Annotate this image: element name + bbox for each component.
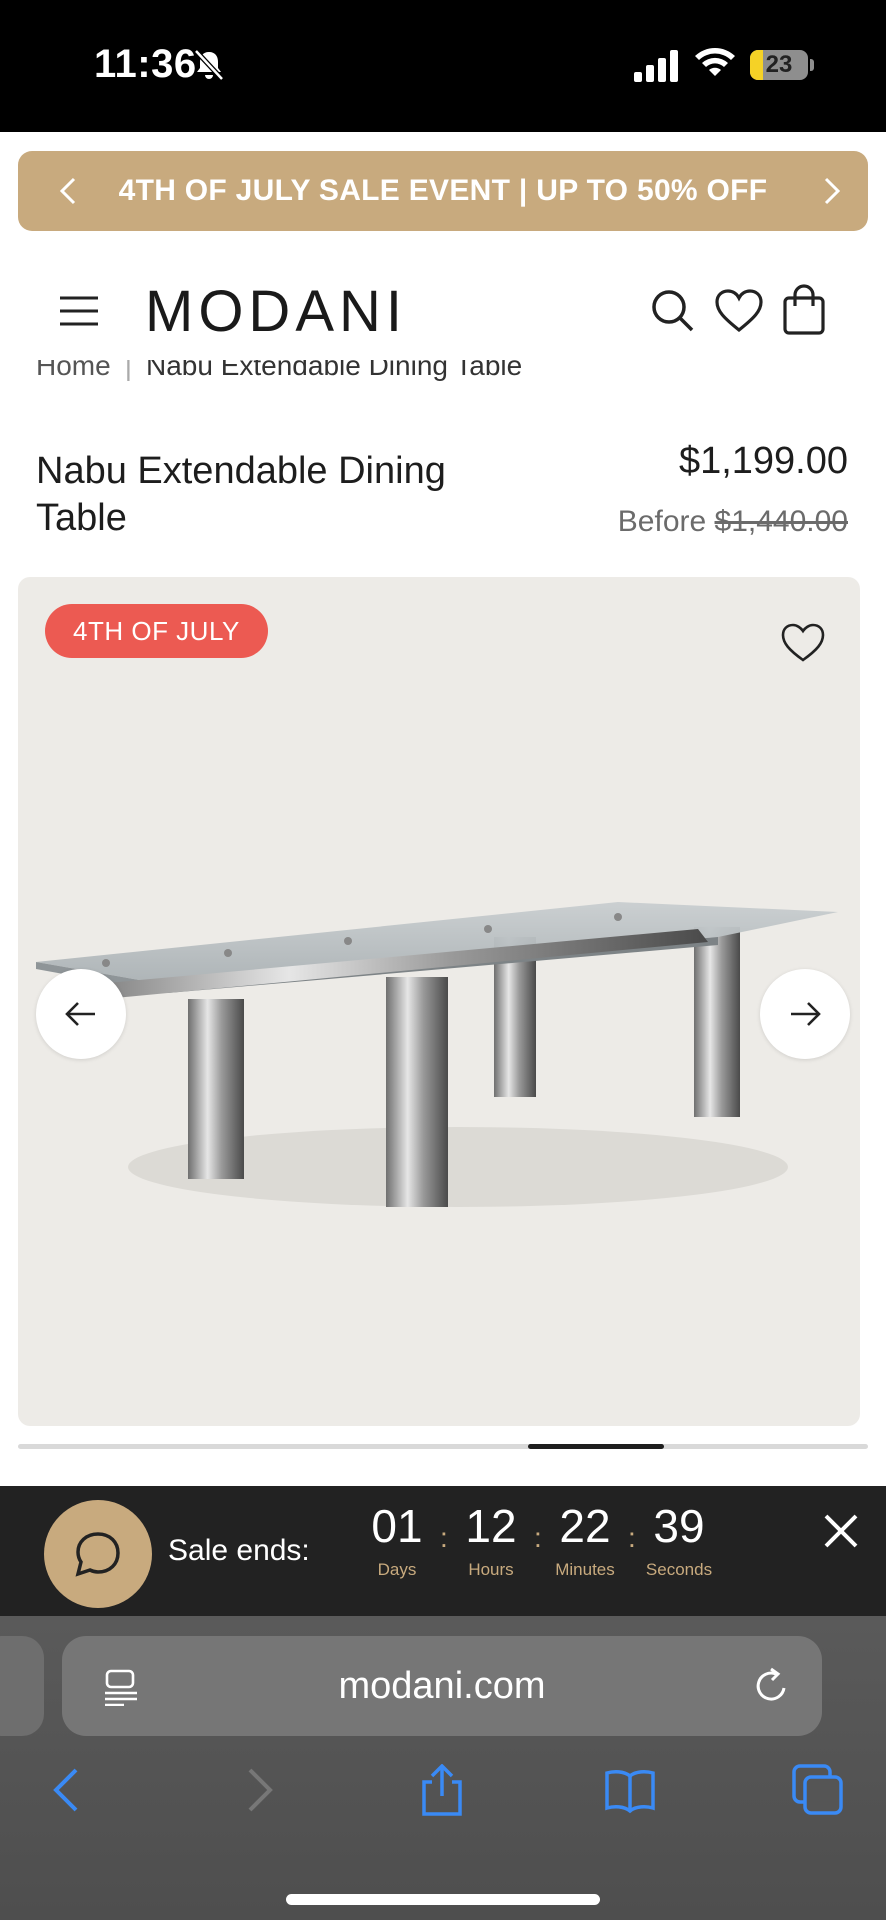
countdown-minutes: 22 Minutes	[540, 1498, 630, 1580]
dining-table-illustration	[36, 902, 838, 1207]
arrow-left-icon	[65, 1002, 95, 1026]
bell-muted-icon	[194, 49, 224, 81]
sale-countdown-bar: Sale ends: 01 Days : 12 Hours : 22 Minut…	[0, 1486, 886, 1616]
countdown-seconds-label: Seconds	[645, 1560, 713, 1579]
home-indicator	[286, 1894, 600, 1905]
countdown-minutes-value: 22	[559, 1500, 611, 1552]
wifi-icon	[695, 48, 735, 76]
bag-icon[interactable]	[782, 284, 826, 336]
countdown-minutes-label: Minutes	[555, 1560, 615, 1579]
chat-button[interactable]	[44, 1500, 152, 1608]
old-price: $1,440.00	[714, 505, 848, 538]
promo-text[interactable]: 4TH OF JULY SALE EVENT | UP TO 50% OFF	[18, 151, 868, 231]
heart-icon[interactable]	[714, 288, 764, 334]
chevron-right-icon[interactable]	[812, 171, 852, 211]
chat-bubble-icon	[75, 1532, 120, 1577]
breadcrumb-current: Nabu Extendable Dining Table	[145, 360, 523, 381]
countdown-hours-label: Hours	[468, 1560, 514, 1579]
countdown-days-label: Days	[377, 1560, 417, 1579]
promo-banner[interactable]: 4TH OF JULY SALE EVENT | UP TO 50% OFF	[18, 151, 868, 231]
breadcrumb-home[interactable]: Home	[36, 360, 111, 381]
reload-icon[interactable]	[752, 1666, 792, 1706]
gallery-progress-thumb[interactable]	[528, 1444, 664, 1449]
product-title: Nabu Extendable Dining Table	[36, 450, 446, 539]
status-time: 11:36	[94, 42, 197, 86]
battery-level: 23	[765, 51, 793, 78]
countdown-hours-value: 12	[465, 1500, 517, 1552]
tabs-icon[interactable]	[792, 1764, 844, 1816]
countdown-hours: 12 Hours	[446, 1498, 536, 1580]
signal-icon	[634, 50, 678, 82]
previous-tab-preview[interactable]	[0, 1636, 44, 1736]
sale-ends-label: Sale ends:	[168, 1534, 310, 1567]
next-image-button[interactable]	[760, 969, 850, 1059]
breadcrumb: Home | Nabu Extendable Dining Table	[36, 360, 856, 390]
share-icon[interactable]	[416, 1764, 468, 1816]
gallery-progress[interactable]	[18, 1444, 868, 1449]
address-bar[interactable]: modani.com	[62, 1636, 822, 1736]
sale-badge: 4TH OF JULY	[45, 604, 268, 658]
close-icon[interactable]	[818, 1508, 864, 1554]
countdown-seconds-value: 39	[653, 1500, 705, 1552]
countdown-days: 01 Days	[352, 1498, 442, 1580]
browser-chrome: modani.com	[0, 1616, 886, 1920]
bookmarks-icon[interactable]	[604, 1764, 656, 1816]
product-price: $1,199.00	[678, 440, 848, 482]
breadcrumb-separator: |	[124, 360, 132, 381]
countdown-seconds: 39 Seconds	[634, 1498, 724, 1580]
brand-logo[interactable]: MODANI	[145, 278, 407, 345]
forward-icon[interactable]	[232, 1764, 284, 1816]
wishlist-heart-icon[interactable]	[780, 622, 826, 664]
search-icon[interactable]	[650, 288, 694, 332]
countdown-days-value: 01	[371, 1500, 423, 1552]
previous-image-button[interactable]	[36, 969, 126, 1059]
product-image[interactable]: 4TH OF JULY	[18, 577, 860, 1426]
url-text[interactable]: modani.com	[62, 1636, 822, 1736]
price-before-label: Before	[617, 505, 707, 538]
battery-cap	[810, 59, 814, 71]
battery-indicator: 23	[750, 50, 808, 80]
price-before: Before $1,440.00	[618, 505, 848, 539]
back-icon[interactable]	[42, 1764, 94, 1816]
status-bar: 11:36 23	[0, 0, 886, 132]
arrow-right-icon	[791, 1002, 821, 1026]
menu-icon[interactable]	[58, 295, 100, 327]
